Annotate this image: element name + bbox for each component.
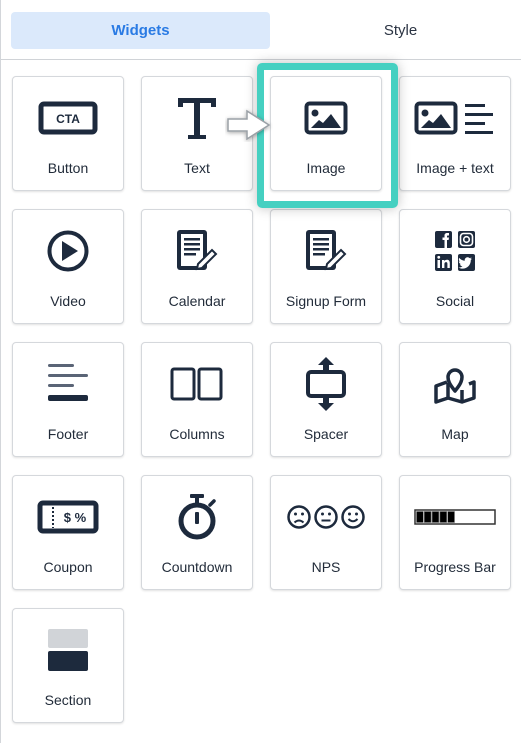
play-circle-icon — [13, 226, 123, 276]
widget-label: Image — [306, 160, 346, 176]
widget-label: Countdown — [161, 559, 233, 575]
widget-label: NPS — [311, 559, 341, 575]
widget-nps[interactable]: NPS — [270, 475, 382, 590]
widget-video[interactable]: Video — [12, 209, 124, 324]
widget-label: Coupon — [43, 559, 93, 575]
widget-label: Columns — [169, 426, 225, 442]
widget-image-text[interactable]: Image + text — [399, 76, 511, 191]
widget-footer[interactable]: Footer — [12, 342, 124, 457]
widget-image[interactable]: Image — [270, 76, 382, 191]
progress-segment — [424, 511, 432, 523]
progress-segment — [447, 511, 455, 523]
widget-label: Signup Form — [285, 293, 367, 309]
coupon-ticket-icon: $ % — [13, 492, 123, 542]
widget-label: Map — [441, 426, 469, 442]
columns-icon — [142, 359, 252, 409]
section-blocks-icon — [13, 625, 123, 675]
widget-label: Image + text — [416, 160, 494, 176]
widget-coupon[interactable]: $ % Coupon — [12, 475, 124, 590]
widget-spacer[interactable]: Spacer — [270, 342, 382, 457]
stopwatch-icon — [142, 492, 252, 542]
svg-text:$ %: $ % — [64, 510, 87, 525]
document-pen-icon — [271, 226, 381, 276]
progress-segment — [439, 511, 447, 523]
text-t-icon — [142, 93, 252, 143]
widget-label: Text — [184, 160, 210, 176]
map-pin-icon — [400, 359, 510, 409]
widget-label: Section — [44, 692, 92, 708]
sad-face-icon — [287, 505, 311, 529]
twitter-icon — [458, 254, 475, 271]
image-icon — [271, 93, 381, 143]
smiley-faces-icon — [271, 492, 381, 542]
cta-button-icon: CTA — [13, 93, 123, 143]
widgets-panel: Widgets Style CTA Button Text Image Imag… — [0, 0, 521, 743]
progress-segment — [416, 511, 424, 523]
footer-lines-icon — [13, 359, 123, 409]
widget-calendar[interactable]: Calendar — [141, 209, 253, 324]
progress-segment — [431, 511, 440, 523]
neutral-face-icon — [314, 505, 338, 529]
widget-section[interactable]: Section — [12, 608, 124, 723]
progress-bar-icon — [400, 492, 510, 542]
image-text-icon — [400, 93, 510, 143]
facebook-icon — [435, 231, 452, 248]
widget-columns[interactable]: Columns — [141, 342, 253, 457]
instagram-icon — [458, 231, 475, 248]
widget-label: Social — [435, 293, 475, 309]
widget-label: Button — [47, 160, 89, 176]
widget-social[interactable]: Social — [399, 209, 511, 324]
document-pen-icon — [142, 226, 252, 276]
widget-label: Footer — [47, 426, 89, 442]
tab-style[interactable]: Style — [271, 12, 521, 49]
social-icons-icon — [400, 226, 510, 276]
spacer-arrows-icon — [271, 357, 381, 411]
svg-text:CTA: CTA — [56, 112, 80, 126]
widget-countdown[interactable]: Countdown — [141, 475, 253, 590]
widget-label: Spacer — [303, 426, 349, 442]
widget-label: Progress Bar — [414, 559, 496, 575]
widget-button[interactable]: CTA Button — [12, 76, 124, 191]
panel-tabs: Widgets Style — [1, 0, 521, 60]
happy-face-icon — [341, 505, 365, 529]
widget-label: Calendar — [168, 293, 226, 309]
linkedin-icon — [435, 254, 452, 271]
widget-label: Video — [50, 293, 86, 309]
widget-progress-bar[interactable]: Progress Bar — [399, 475, 511, 590]
widget-signup-form[interactable]: Signup Form — [270, 209, 382, 324]
tab-widgets[interactable]: Widgets — [11, 12, 270, 49]
widget-text[interactable]: Text — [141, 76, 253, 191]
widget-map[interactable]: Map — [399, 342, 511, 457]
